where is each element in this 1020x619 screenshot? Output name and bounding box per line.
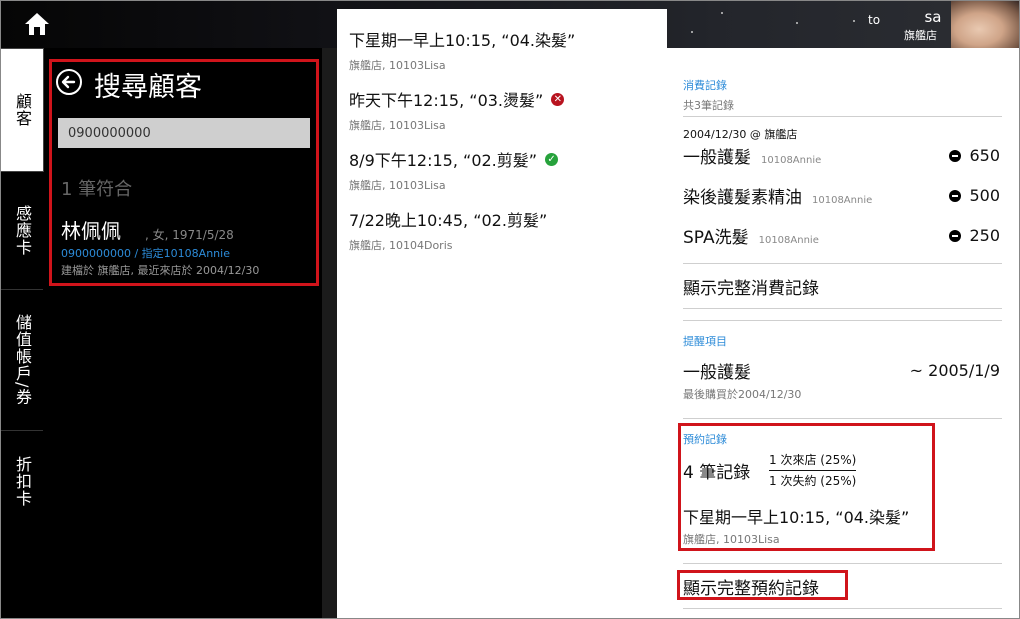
side-tabs: 顧客 感應卡 儲值帳戶/券 折扣卡 [1,48,46,618]
booking-missed: 1 次失約 (25%) [769,474,857,488]
consumption-count: 共3筆記錄 [683,99,734,112]
cancelled-icon: ✕ [551,92,565,106]
star-decoration [691,31,693,33]
tab-customer-label: 顧客 [13,93,32,127]
reminder-item: 一般護髮 [683,363,751,383]
tab-discount-card-label: 折扣卡 [13,455,32,507]
divider [683,308,1002,309]
customer-name[interactable]: 林佩佩 [61,215,121,244]
customer-meta: , 女, 1971/5/28 [145,228,234,242]
booking-next-title[interactable]: 下星期一早上10:15, “04.染髮” [683,504,909,528]
divider [683,418,1002,419]
show-all-booking-link[interactable]: 顯示完整預約記錄 [683,574,819,599]
arrow-left-icon [61,75,76,89]
star-decoration [796,22,798,24]
consumption-item: 一般護髮 10108Annie [683,143,821,168]
appointment-item[interactable]: 7/22晚上10:45, “02.剪髮” 旗艦店, 10104Doris [349,207,547,253]
booking-count: 4 筆記錄 [683,463,751,483]
pointer-arrow [657,571,669,595]
appointment-item[interactable]: 8/9下午12:15, “02.剪髮” ✓ 旗艦店, 10103Lisa [349,147,559,193]
consumption-section-label: 消費記錄 [683,79,727,92]
star-decoration [721,12,723,14]
booking-next-sub: 旗艦店, 10103Lisa [683,533,780,546]
consumption-amount-value: 650 [969,146,1000,165]
consumption-item-staff: 10108Annie [812,195,873,206]
back-button[interactable] [56,69,82,95]
appointment-title: 8/9下午12:15, “02.剪髮” [349,151,538,170]
customer-created: 建檔於 旗艦店, 最近來店於 2004/12/30 [61,264,260,277]
star-decoration [853,20,855,22]
avatar[interactable] [951,1,1019,48]
customer-phone-stylist: 0900000000 / 指定10108Annie [61,247,230,260]
consumption-item-staff: 10108Annie [761,155,822,166]
appointment-title: 昨天下午12:15, “03.燙髮” [349,91,544,110]
home-icon[interactable] [23,11,51,37]
search-input[interactable] [58,118,310,148]
divider [683,320,1002,321]
divider [683,563,1002,564]
consumption-amount: 500 [949,186,1000,205]
consumption-item-name: 一般護髮 [683,148,751,168]
tab-rfid-card-label: 感應卡 [13,204,32,256]
tab-customer[interactable]: 顧客 [1,48,44,172]
consumption-visit: 2004/12/30 @ 旗艦店 [683,128,798,141]
consumption-item: 染後護髮素精油 10108Annie [683,183,872,208]
divider [683,116,1002,117]
tab-rfid-card[interactable]: 感應卡 [1,171,43,289]
divider [683,263,1002,264]
booking-came: 1 次來店 (25%) [769,451,857,471]
appointment-title: 下星期一早上10:15, “04.染髮” [349,31,576,50]
minus-icon [949,229,962,242]
panel-gap [322,48,337,618]
tab-stored-value[interactable]: 儲值帳戶/券 [1,290,43,430]
user-prefix: to [868,13,881,27]
divider [683,608,1002,609]
reminder-last-purchase: 最後購買於2004/12/30 [683,388,802,401]
appointment-title: 7/22晚上10:45, “02.剪髮” [349,211,548,230]
booking-section-label: 預約記錄 [683,433,727,446]
search-title: 搜尋顧客 [94,72,202,103]
app-window: to sa 旗艦店 顧客 感應卡 儲值帳戶/券 折扣卡 搜尋顧客 1 筆符合 林… [0,0,1020,619]
appointment-item[interactable]: 昨天下午12:15, “03.燙髮” ✕ 旗艦店, 10103Lisa [349,87,565,133]
appointment-sub: 旗艦店, 10103Lisa [349,119,446,132]
appointment-sub: 旗艦店, 10103Lisa [349,179,446,192]
reminder-date: ~ 2005/1/9 [909,361,1000,380]
completed-icon: ✓ [545,152,559,166]
consumption-item-name: 染後護髮素精油 [683,188,802,208]
appointment-sub: 旗艦店, 10103Lisa [349,59,446,72]
appointment-sub: 旗艦店, 10104Doris [349,239,453,252]
show-all-consumption-link[interactable]: 顯示完整消費記錄 [683,274,819,299]
user-store: 旗艦店 [904,29,937,42]
match-count: 1 筆符合 [61,179,133,200]
consumption-amount-value: 250 [969,226,1000,245]
consumption-item: SPA洗髮 10108Annie [683,223,819,248]
consumption-item-staff: 10108Annie [758,235,819,246]
reminder-section-label: 提醒項目 [683,335,727,348]
consumption-item-name: SPA洗髮 [683,228,749,248]
consumption-amount-value: 500 [969,186,1000,205]
tab-stored-value-label: 儲值帳戶/券 [13,314,32,406]
consumption-amount: 650 [949,146,1000,165]
minus-icon [949,149,962,162]
tab-discount-card[interactable]: 折扣卡 [1,431,43,531]
consumption-amount: 250 [949,226,1000,245]
minus-icon [949,189,962,202]
user-name[interactable]: sa [921,8,945,26]
appointment-item[interactable]: 下星期一早上10:15, “04.染髮” 旗艦店, 10103Lisa [349,27,575,73]
